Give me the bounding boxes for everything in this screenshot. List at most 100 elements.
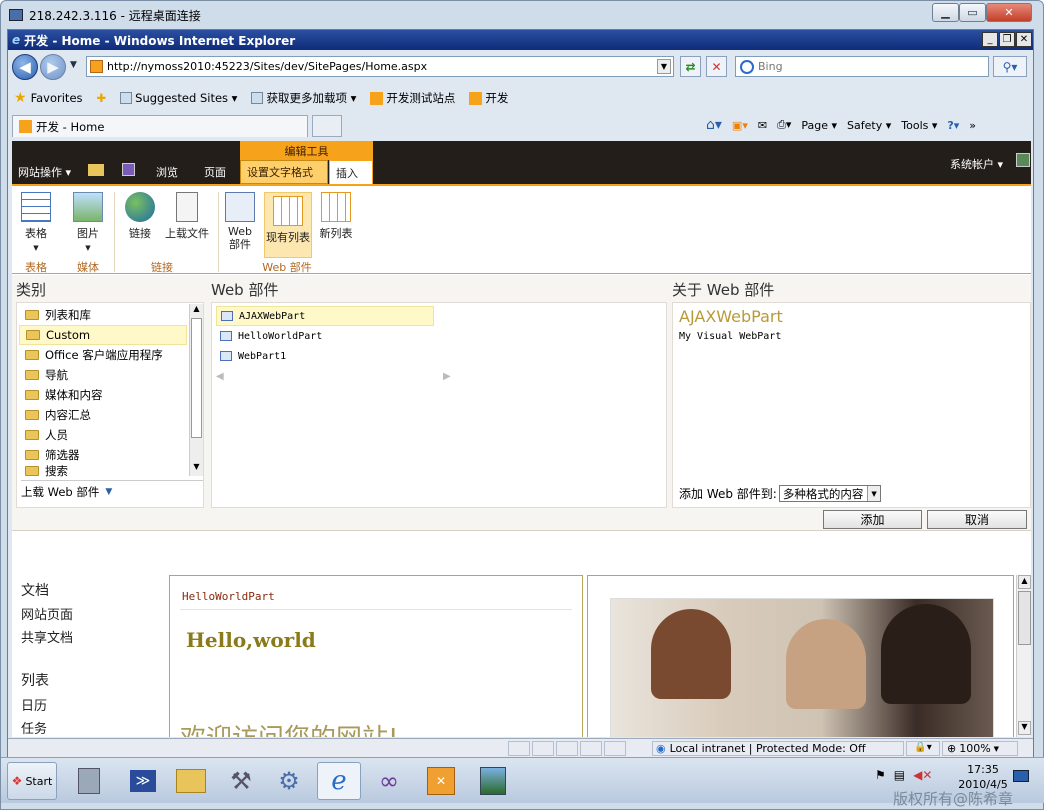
category-item[interactable]: Office 客户端应用程序 [19,345,187,365]
explorer-icon[interactable] [169,762,213,800]
scroll-down-icon[interactable]: ▼ [1018,721,1031,735]
categories-scrollbar[interactable]: ▲ ▼ [189,304,203,476]
ie-title-bar[interactable]: e 开发 - Home - Windows Internet Explorer [8,30,1033,50]
table-button[interactable]: 表格 ▼ [18,192,54,256]
nav-heading-lists[interactable]: 列表 [21,670,49,690]
rdp-minimize-button[interactable]: ▁ [932,3,959,22]
scroll-up-icon[interactable]: ▲ [190,304,203,317]
page-next-icon[interactable]: ▶ [443,371,451,382]
user-menu[interactable]: 系统帐户 ▾ [950,156,1003,172]
webpart-item[interactable]: WebPart1 [216,346,434,366]
nav-item-site-pages[interactable]: 网站页面 [21,604,73,623]
tab-browse[interactable]: 浏览 [150,160,184,184]
fav-item[interactable]: Suggested Sites ▾ [120,91,237,105]
tools-menu[interactable]: Tools ▾ [901,119,937,132]
new-list-button[interactable]: 新列表 [316,192,356,256]
web-part-button[interactable]: Web 部件 [222,192,258,256]
cancel-button[interactable]: 取消 [927,510,1027,529]
add-favorite-icon[interactable]: ✚ [97,91,107,105]
scroll-up-icon[interactable]: ▲ [1018,575,1031,589]
nav-item-tasks[interactable]: 任务 [21,718,47,737]
webpart-title[interactable]: HelloWorldPart [182,590,275,603]
powershell-icon[interactable]: ≫ [121,762,165,800]
search-go-icon[interactable]: ⚲▾ [993,56,1027,77]
address-input[interactable]: http://nymoss2010:45223/Sites/dev/SitePa… [86,56,674,77]
fav-item[interactable]: 开发测试站点 [370,90,455,106]
tab-page[interactable]: 页面 [198,160,232,184]
tools-icon[interactable]: ⚒ [219,762,263,800]
internet-explorer-icon[interactable]: e [317,762,361,800]
save-icon[interactable] [122,163,135,176]
page-scrollbar[interactable]: ▲ ▼ [1016,575,1031,737]
picture-button[interactable]: 图片 ▼ [68,192,108,256]
scroll-thumb[interactable] [1018,591,1031,645]
webpart-item[interactable]: AJAXWebPart [216,306,434,326]
category-item[interactable]: 人员 [19,425,187,445]
rdp-close-button[interactable]: ✕ [986,3,1032,22]
existing-list-button[interactable]: 现有列表 [264,192,312,258]
protected-mode-icon[interactable]: 🔒▾ [906,741,940,756]
feeds-icon[interactable]: ▣▾ [732,119,748,132]
refresh-icon[interactable]: ⇄ [680,56,701,77]
zone-select[interactable]: 多种格式的内容 ▼ [778,485,881,502]
server-manager-glyph [78,768,100,794]
upload-file-button[interactable]: 上载文件 [162,192,212,256]
site-actions-menu[interactable]: 网站操作 ▾ [12,160,77,184]
volume-muted-icon[interactable]: ◀✕ [913,768,932,782]
rdp-maximize-button[interactable]: ▭ [959,3,986,22]
tools-box-icon[interactable]: ✕ [419,762,463,800]
fav-item[interactable]: 获取更多加载项 ▾ [251,90,356,106]
help-icon[interactable]: ?▾ [947,119,959,132]
network-icon[interactable]: ▤ [894,768,905,782]
scroll-down-icon[interactable]: ▼ [190,462,203,475]
search-input[interactable]: Bing [735,56,989,77]
fav-item[interactable]: 开发 [469,90,508,106]
ie-close-button[interactable]: ✕ [1016,32,1032,47]
link-button[interactable]: 链接 [122,192,158,256]
category-item[interactable]: 搜索 [19,465,187,477]
address-dropdown-icon[interactable]: ▼ [657,59,671,74]
start-button[interactable]: ❖ Start [7,762,57,800]
nav-item-shared-documents[interactable]: 共享文档 [21,627,73,646]
page-prev-icon[interactable]: ◀ [216,371,224,382]
security-zone[interactable]: ◉ Local intranet | Protected Mode: Off [652,741,904,756]
back-button[interactable]: ◀ [12,54,38,80]
category-item[interactable]: 内容汇总 [19,405,187,425]
page-menu[interactable]: Page ▾ [801,119,837,132]
print-icon[interactable]: ⎙▾ [777,118,791,132]
webpart-item[interactable]: HelloWorldPart [216,326,434,346]
upload-webpart-menu[interactable]: 上载 Web 部件 ▼ [21,480,203,500]
new-tab-button[interactable] [312,115,342,137]
category-item[interactable]: 筛选器 [19,445,187,465]
ie-restore-button[interactable]: ❐ [999,32,1015,47]
browser-tab[interactable]: 开发 - Home [12,115,308,137]
add-button[interactable]: 添加 [823,510,922,529]
show-desktop-icon[interactable] [1013,770,1029,782]
scroll-thumb[interactable] [191,318,202,438]
favorites-button[interactable]: ★ Favorites [14,90,83,106]
chevron-more-icon[interactable]: » [969,119,976,132]
nav-item-calendar[interactable]: 日历 [21,695,47,714]
visual-studio-icon[interactable]: ∞ [367,762,411,800]
category-item[interactable]: 列表和库 [19,305,187,325]
category-item[interactable]: Custom [19,325,187,345]
sharepoint-designer-icon[interactable] [471,762,515,800]
nav-heading-libraries[interactable]: 文档 [21,580,49,600]
category-item[interactable]: 媒体和内容 [19,385,187,405]
ie-minimize-button[interactable]: _ [982,32,998,47]
server-manager-icon[interactable] [67,762,111,800]
forward-button[interactable]: ▶ [40,54,66,80]
category-item[interactable]: 导航 [19,365,187,385]
zoom-control[interactable]: ⊕ 100% ▼ [942,741,1018,756]
safety-menu[interactable]: Safety ▾ [847,119,891,132]
mail-icon[interactable]: ✉ [758,119,767,132]
history-dropdown-icon[interactable]: ▼ [70,60,77,70]
stop-icon[interactable]: ✕ [706,56,727,77]
home-icon[interactable]: ⌂▾ [706,117,722,133]
settings-icon[interactable]: ⚙ [267,762,311,800]
flag-icon[interactable]: ⚑ [875,768,886,782]
tab-insert[interactable]: 插入 [329,160,373,184]
tab-format-text[interactable]: 设置文字格式 [240,160,328,184]
rdp-title-bar[interactable]: 218.242.3.116 - 远程桌面连接 [1,1,1043,29]
navigate-up-icon[interactable] [88,164,104,176]
